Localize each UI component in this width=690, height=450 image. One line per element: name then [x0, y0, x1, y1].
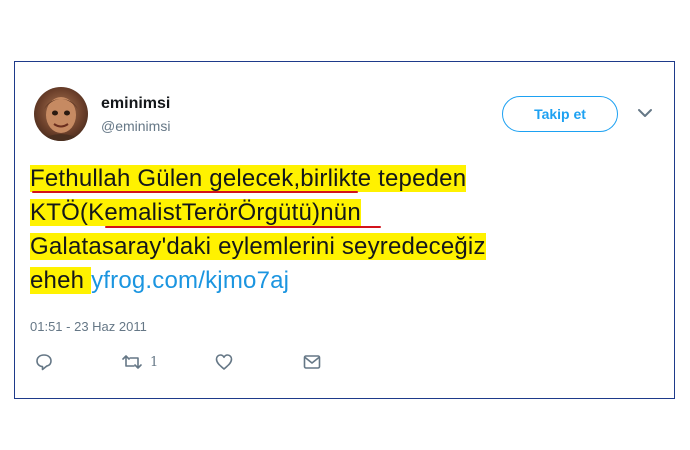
tweet-link[interactable]: yfrog.com/kjmo7aj: [91, 267, 289, 294]
message-icon: [303, 355, 321, 369]
highlighted-text: KTÖ(: [30, 199, 89, 226]
chevron-down-icon[interactable]: [637, 107, 653, 119]
like-icon: [215, 354, 233, 370]
user-handle[interactable]: @eminimsi: [101, 118, 170, 134]
tweet-line: Fethullah Gülen gelecek,birlikte tepeden: [30, 162, 650, 196]
reply-icon: [36, 354, 52, 371]
red-underline: [105, 226, 381, 228]
avatar-image: [38, 97, 84, 141]
reply-button[interactable]: [35, 353, 53, 371]
tweet-card: eminimsi @eminimsi Takip et Fethullah Gü…: [14, 61, 675, 399]
highlighted-text: Galatasaray'daki eylemlerini seyredeceği…: [30, 233, 486, 260]
tweet-line: KTÖ(KemalistTerörÖrgütü)nün: [30, 196, 650, 230]
highlighted-text: )nün: [312, 199, 361, 226]
retweet-button[interactable]: 1: [121, 353, 158, 371]
tweet-timestamp[interactable]: 01:51 - 23 Haz 2011: [30, 319, 147, 334]
follow-button-label: Takip et: [534, 106, 586, 122]
highlighted-text: ,birlikte tepeden: [293, 165, 467, 192]
red-underline: [32, 191, 358, 193]
avatar[interactable]: [34, 87, 88, 141]
tweet-line: eheh yfrog.com/kjmo7aj: [30, 264, 650, 298]
message-button[interactable]: [303, 353, 321, 371]
highlighted-text: KemalistTerörÖrgütü: [88, 199, 313, 226]
tweet-text: Fethullah Gülen gelecek,birlikte tepeden…: [30, 162, 650, 298]
retweet-icon: [122, 355, 142, 369]
tweet-line: Galatasaray'daki eylemlerini seyredeceği…: [30, 230, 650, 264]
retweet-count: 1: [150, 354, 159, 370]
highlighted-text: Fethullah Gülen gelecek: [30, 165, 294, 192]
like-button[interactable]: [215, 353, 233, 371]
display-name[interactable]: eminimsi: [101, 95, 170, 113]
highlighted-text: eheh: [30, 267, 92, 294]
follow-button[interactable]: Takip et: [502, 96, 618, 132]
